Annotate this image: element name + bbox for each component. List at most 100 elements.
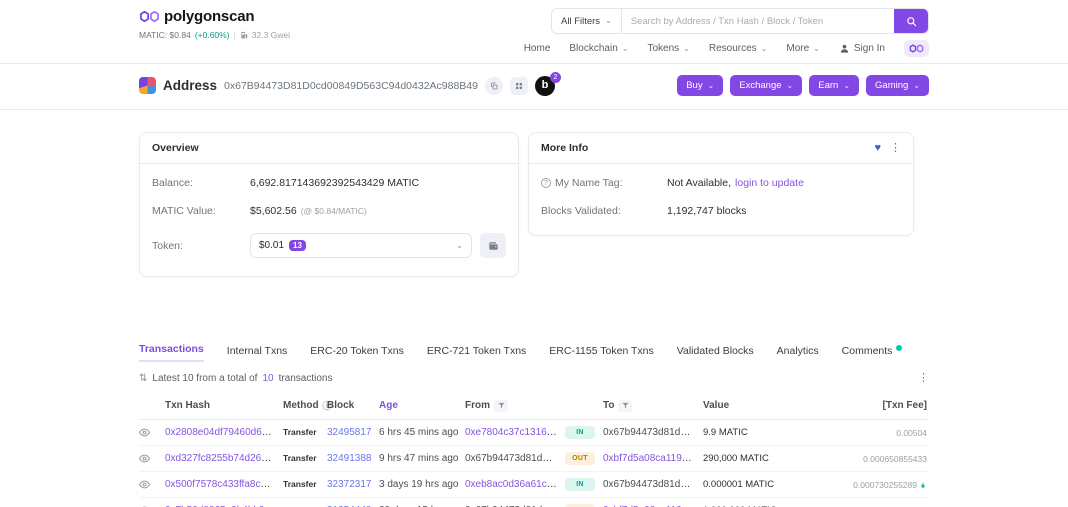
qr-code-button[interactable] (510, 76, 528, 95)
col-age[interactable]: Age (379, 400, 465, 411)
summary-count-link[interactable]: 10 (262, 373, 273, 384)
more-info-title: More Info (541, 142, 589, 154)
tab-analytics[interactable]: Analytics (777, 345, 819, 362)
from-filter-button[interactable] (494, 399, 508, 412)
direction-badge: IN (565, 426, 595, 439)
to-address: 0x67b94473d81d0cd008... (603, 479, 703, 490)
blockscan-chat-button[interactable]: b 2 (535, 71, 561, 96)
txn-value: 9.9 MATIC (703, 427, 748, 438)
txn-fee: 0.00504 (896, 427, 927, 438)
search-filter-dropdown[interactable]: All Filters ⌄ (552, 9, 622, 33)
balance-value: 6,692.817143692392543429 MATIC (250, 177, 420, 189)
login-to-update-link[interactable]: login to update (735, 177, 804, 189)
chevron-down-icon: ⌄ (683, 43, 690, 53)
txn-hash-link[interactable]: 0xd327fc8255b74d26b3... (165, 453, 281, 464)
matic-value-label: MATIC Value: (152, 205, 216, 217)
col-txn-hash: Txn Hash (165, 400, 211, 411)
block-link[interactable]: 32372317 (327, 479, 372, 490)
polygonscan-logo[interactable]: polygonscan (139, 8, 290, 25)
col-method: Method ⓘ (283, 400, 332, 411)
tab-comments[interactable]: Comments (842, 345, 903, 362)
col-value: Value (703, 400, 730, 411)
tab-erc-721-token-txns[interactable]: ERC-721 Token Txns (427, 345, 526, 362)
nav-item-home[interactable]: Home (524, 43, 551, 54)
polygon-network-icon (909, 44, 924, 53)
table-row: 0x2808e04df79460d681... Transfer 32495817 6… (139, 420, 929, 446)
sign-in-link[interactable]: Sign In (839, 43, 885, 54)
sort-icon: ⇅ (139, 373, 148, 384)
to-address: 0x67b94473d81d0cd008... (603, 427, 703, 438)
chevron-down-icon: ⌄ (605, 16, 612, 25)
txn-hash-link[interactable]: 0x2808e04df79460d681... (165, 427, 281, 438)
chat-count-badge: 2 (550, 71, 561, 83)
overview-card: Overview Balance: 6,692.8171436923925434… (139, 132, 519, 277)
block-link[interactable]: 32495817 (327, 427, 372, 438)
balance-label: Balance: (152, 177, 193, 189)
eye-icon (139, 454, 150, 463)
burn-flame-icon (921, 480, 925, 488)
main-nav: Home Blockchain ⌄ Tokens ⌄ Resources ⌄ M… (524, 40, 929, 57)
col-from: From (465, 399, 565, 412)
tab-transactions[interactable]: Transactions (139, 343, 204, 362)
address-actions: Buy ⌄ Exchange ⌄ Earn ⌄ Gaming ⌄ (677, 75, 929, 96)
search-button[interactable] (894, 9, 928, 33)
gaming-button[interactable]: Gaming ⌄ (866, 75, 929, 96)
search-input[interactable] (621, 9, 894, 33)
age-text: 3 days 19 hrs ago (379, 479, 459, 490)
chevron-down-icon: ⌄ (913, 80, 920, 90)
chevron-down-icon: ⌄ (621, 43, 629, 53)
name-tag-value: Not Available, (667, 177, 732, 189)
overview-title: Overview (152, 142, 199, 154)
tab-erc-20-token-txns[interactable]: ERC-20 Token Txns (310, 345, 404, 362)
table-header-row: Txn Hash Method ⓘ Block Age From To Valu… (139, 393, 929, 420)
gas-price[interactable]: 32.3 Gwei (252, 30, 290, 40)
token-holdings-button[interactable] (480, 233, 506, 258)
network-switcher-button[interactable] (904, 40, 929, 57)
token-dropdown[interactable]: $0.01 13 ⌄ (250, 233, 472, 258)
txn-fee: 0.000650855433 (863, 453, 927, 464)
chevron-down-icon: ⌄ (843, 80, 851, 90)
name-tag-label: My Name Tag: (555, 177, 623, 189)
to-address-link[interactable]: 0xbf7d5a08ca1191d61f4... (603, 453, 703, 464)
nav-item-resources[interactable]: Resources ⌄ (709, 43, 768, 54)
txn-fee: 0.000730255289 (853, 480, 929, 490)
address-header-section: Address 0x67B94473D81D0cd00849D563C94d04… (0, 64, 1068, 110)
txn-hash-link[interactable]: 0x500f7578c433ffa8c609... (165, 479, 283, 490)
nav-item-more[interactable]: More ⌄ (786, 43, 820, 54)
preview-txn-button[interactable] (139, 479, 150, 490)
funnel-icon (622, 402, 629, 409)
table-options-icon[interactable]: ⋮ (918, 373, 929, 384)
buy-button[interactable]: Buy ⌄ (677, 75, 724, 96)
to-filter-button[interactable] (618, 399, 633, 412)
funnel-icon (498, 402, 504, 409)
filter-label: All Filters (561, 15, 601, 27)
matic-price: MATIC: $0.84 (139, 30, 191, 40)
txn-value: 290,000 MATIC (703, 453, 769, 464)
chevron-down-icon: ⌄ (813, 43, 820, 53)
copy-address-button[interactable] (485, 76, 503, 95)
token-row: Token: $0.01 13 ⌄ (152, 225, 506, 266)
tab-erc-1155-token-txns[interactable]: ERC-1155 Token Txns (549, 345, 653, 362)
tab-internal-txns[interactable]: Internal Txns (227, 345, 288, 362)
blocks-validated-row: Blocks Validated: 1,192,747 blocks (541, 197, 901, 225)
block-link[interactable]: 32491388 (327, 453, 372, 464)
from-address-link[interactable]: 0xe7804c37c13166ff0b3... (465, 427, 565, 438)
from-address-link[interactable]: 0xeb8ac0d36a61c30692... (465, 479, 565, 490)
favorite-heart-icon[interactable]: ♥ (874, 142, 881, 154)
direction-badge: OUT (565, 452, 595, 465)
preview-txn-button[interactable] (139, 427, 150, 438)
more-options-icon[interactable]: ⋮ (890, 142, 901, 154)
preview-txn-button[interactable] (139, 453, 150, 464)
balance-row: Balance: 6,692.817143692392543429 MATIC (152, 169, 506, 197)
chevron-down-icon: ⌄ (786, 80, 794, 90)
tab-validated-blocks[interactable]: Validated Blocks (677, 345, 754, 362)
col-txn-fee: [Txn Fee] (882, 400, 927, 411)
brand-name: polygonscan (164, 8, 255, 25)
earn-button[interactable]: Earn ⌄ (809, 75, 860, 96)
eye-icon (139, 480, 150, 489)
nav-item-blockchain[interactable]: Blockchain ⌄ (569, 43, 628, 54)
address-identicon (139, 77, 156, 94)
wallet-icon (488, 241, 498, 250)
nav-item-tokens[interactable]: Tokens ⌄ (647, 43, 689, 54)
exchange-button[interactable]: Exchange ⌄ (730, 75, 803, 96)
